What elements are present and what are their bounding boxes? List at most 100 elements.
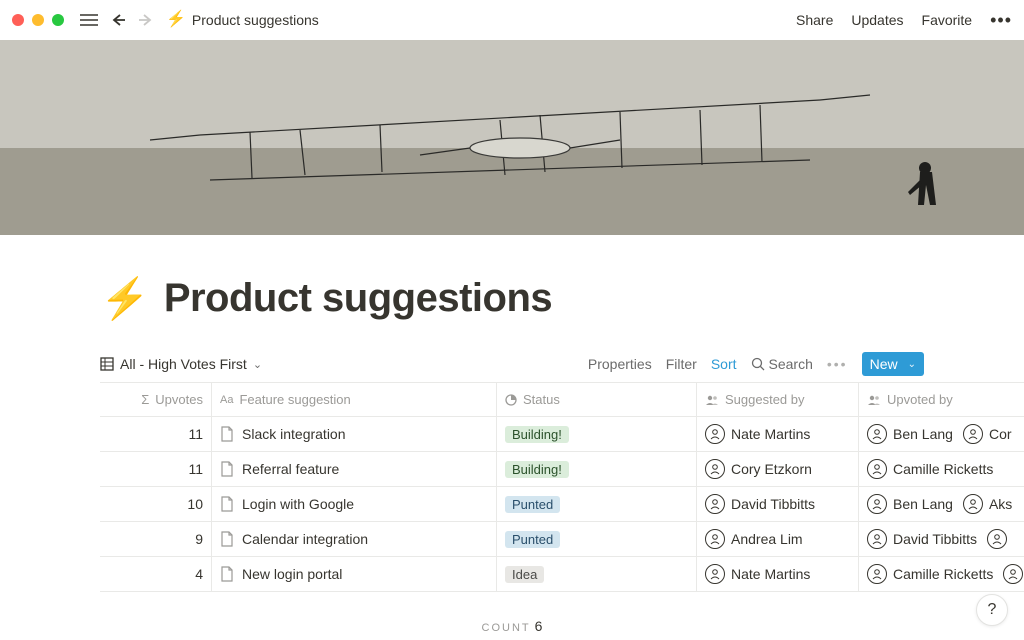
updates-button[interactable]: Updates (851, 12, 903, 28)
avatar (987, 529, 1007, 549)
toolbar-more-icon[interactable]: ••• (827, 356, 848, 372)
more-menu-icon[interactable]: ••• (990, 10, 1012, 31)
table-row[interactable]: 11 Slack integration Building! Nate Martins… (100, 417, 1024, 452)
feature-title: Login with Google (242, 496, 354, 512)
chevron-down-icon: ⌄ (908, 359, 916, 370)
search-button[interactable]: Search (751, 356, 813, 372)
status-tag: Punted (505, 531, 560, 548)
col-feature[interactable]: Aa Feature suggestion (212, 383, 497, 416)
page-icon[interactable]: ⚡ (100, 275, 150, 322)
people-icon (705, 394, 719, 406)
cell-feature[interactable]: Slack integration (212, 417, 497, 451)
avatar (963, 424, 983, 444)
avatar (867, 459, 887, 479)
bolt-icon: ⚡ (166, 12, 186, 28)
page-icon (220, 426, 234, 442)
cell-upvotes[interactable]: 10 (100, 487, 212, 521)
avatar (705, 494, 725, 514)
cell-upvoted-by[interactable]: Camille Ricketts (859, 452, 1024, 486)
col-upvoted-by[interactable]: Upvoted by (859, 383, 1024, 416)
page-title-text[interactable]: Product suggestions (164, 276, 552, 321)
cell-upvotes[interactable]: 9 (100, 522, 212, 556)
count-label: COUNT (482, 622, 531, 634)
cell-suggested-by[interactable]: Nate Martins (697, 557, 859, 591)
avatar (867, 564, 887, 584)
text-icon: Aa (220, 394, 233, 406)
cell-feature[interactable]: New login portal (212, 557, 497, 591)
minimize-window-icon[interactable] (32, 14, 44, 26)
col-label: Suggested by (725, 392, 805, 407)
feature-title: Slack integration (242, 426, 346, 442)
view-name: All - High Votes First (120, 356, 247, 372)
sigma-icon: Σ (141, 392, 149, 407)
cell-suggested-by[interactable]: Andrea Lim (697, 522, 859, 556)
avatar (705, 529, 725, 549)
col-suggested-by[interactable]: Suggested by (697, 383, 859, 416)
table-row[interactable]: 11 Referral feature Building! Cory Etzkorn C… (100, 452, 1024, 487)
page-icon (220, 461, 234, 477)
nav-back-icon[interactable] (108, 10, 128, 30)
people-icon (867, 394, 881, 406)
page-cover-image[interactable] (0, 40, 1024, 235)
cell-suggested-by[interactable]: Cory Etzkorn (697, 452, 859, 486)
cell-upvotes[interactable]: 11 (100, 452, 212, 486)
person-name: Aks (989, 496, 1012, 512)
page-icon (220, 496, 234, 512)
cell-status[interactable]: Building! (497, 417, 697, 451)
cell-feature[interactable]: Referral feature (212, 452, 497, 486)
search-icon (751, 357, 765, 371)
breadcrumb[interactable]: ⚡ Product suggestions (166, 12, 319, 28)
page-title: ⚡ Product suggestions (100, 275, 924, 322)
status-tag: Building! (505, 461, 569, 478)
favorite-button[interactable]: Favorite (922, 12, 973, 28)
sidebar-toggle-icon[interactable] (78, 11, 100, 29)
database-table: Σ Upvotes Aa Feature suggestion Status S… (100, 382, 1024, 592)
table-row[interactable]: 9 Calendar integration Punted Andrea Lim Dav… (100, 522, 1024, 557)
maximize-window-icon[interactable] (52, 14, 64, 26)
status-tag: Idea (505, 566, 544, 583)
feature-title: Calendar integration (242, 531, 368, 547)
cell-suggested-by[interactable]: Nate Martins (697, 417, 859, 451)
cell-status[interactable]: Idea (497, 557, 697, 591)
filter-button[interactable]: Filter (666, 356, 697, 372)
cell-upvotes[interactable]: 11 (100, 417, 212, 451)
view-switcher[interactable]: All - High Votes First ⌄ (100, 356, 262, 372)
close-window-icon[interactable] (12, 14, 24, 26)
database-toolbar: All - High Votes First ⌄ Properties Filt… (100, 352, 924, 376)
window-topbar: ⚡ Product suggestions Share Updates Favo… (0, 0, 1024, 40)
cell-upvoted-by[interactable]: Ben LangCor (859, 417, 1024, 451)
table-row[interactable]: 10 Login with Google Punted David TibbittsB… (100, 487, 1024, 522)
nav-forward-icon[interactable] (136, 10, 156, 30)
new-button[interactable]: New ⌄ (862, 352, 924, 376)
cell-suggested-by[interactable]: David Tibbitts (697, 487, 859, 521)
table-row[interactable]: 4 New login portal Idea Nate Martins Camille… (100, 557, 1024, 592)
properties-button[interactable]: Properties (588, 356, 652, 372)
avatar (705, 424, 725, 444)
person-name: Camille Ricketts (893, 461, 993, 477)
status-tag: Building! (505, 426, 569, 443)
page-content: ⚡ Product suggestions All - High Votes F… (0, 235, 1024, 592)
share-button[interactable]: Share (796, 12, 833, 28)
avatar (705, 564, 725, 584)
person-name: Cory Etzkorn (731, 461, 812, 477)
cell-status[interactable]: Building! (497, 452, 697, 486)
cell-upvoted-by[interactable]: David Tibbitts (859, 522, 1024, 556)
feature-title: New login portal (242, 566, 342, 582)
sort-button[interactable]: Sort (711, 356, 737, 372)
person-name: Andrea Lim (731, 531, 803, 547)
help-button[interactable]: ? (976, 594, 1008, 626)
cell-upvoted-by[interactable]: Camille Ricketts (859, 557, 1024, 591)
col-upvotes[interactable]: Σ Upvotes (100, 383, 212, 416)
cell-feature[interactable]: Calendar integration (212, 522, 497, 556)
cell-upvoted-by[interactable]: Ben LangAks (859, 487, 1024, 521)
cell-upvotes[interactable]: 4 (100, 557, 212, 591)
status-tag: Punted (505, 496, 560, 513)
person-name: Camille Ricketts (893, 566, 993, 582)
cell-status[interactable]: Punted (497, 487, 697, 521)
cell-feature[interactable]: Login with Google (212, 487, 497, 521)
topbar-actions: Share Updates Favorite ••• (796, 10, 1012, 31)
col-status[interactable]: Status (497, 383, 697, 416)
feature-title: Referral feature (242, 461, 339, 477)
col-label: Upvotes (155, 392, 203, 407)
cell-status[interactable]: Punted (497, 522, 697, 556)
